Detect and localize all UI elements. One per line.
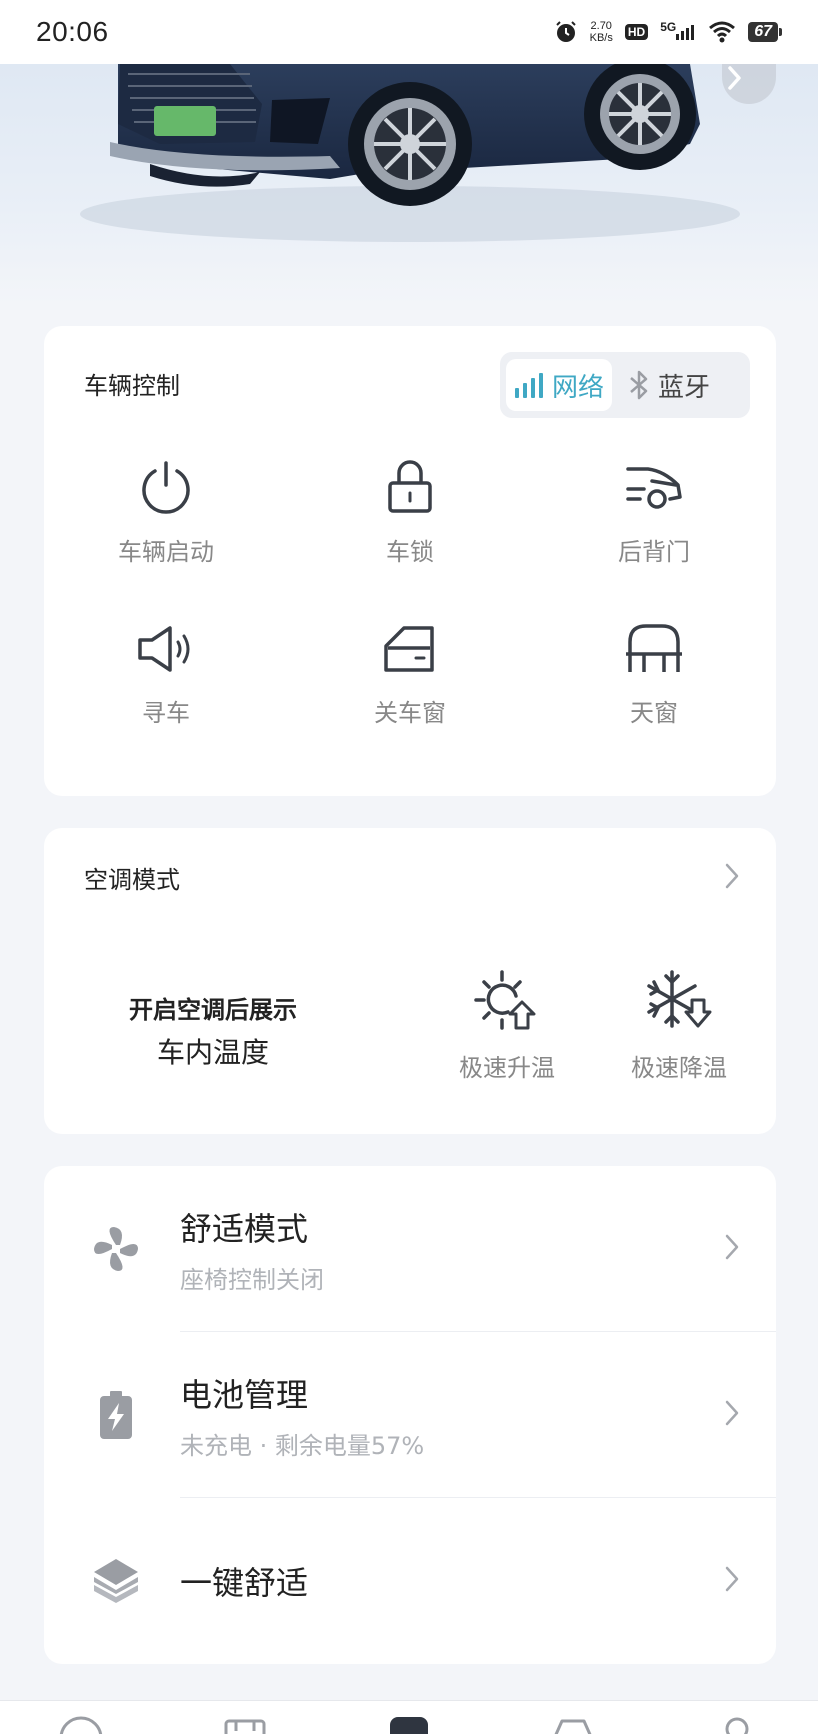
one-key-comfort-text: 一键舒适 xyxy=(180,1558,308,1604)
network-type: 5G xyxy=(660,20,677,34)
signal-icon xyxy=(515,373,543,398)
rapid-cool-label: 极速降温 xyxy=(631,1054,727,1082)
speed-value: 2.70 xyxy=(590,20,612,32)
one-key-comfort-chevron xyxy=(724,1565,740,1597)
bluetooth-icon xyxy=(630,370,648,400)
bluetooth-toggle-option[interactable]: 蓝牙 xyxy=(620,359,718,411)
ac-mode-title: 空调模式 xyxy=(84,866,180,894)
chevron-right-icon xyxy=(725,863,739,889)
home-circle-icon xyxy=(59,1716,103,1734)
network-label: 网络 xyxy=(552,372,605,403)
battery-level: 67 xyxy=(748,22,778,42)
rapid-heat-button[interactable]: 极速升温 xyxy=(412,968,602,1083)
person-icon xyxy=(725,1717,749,1734)
signal-bars-icon xyxy=(676,25,695,40)
battery-management-row[interactable]: 电池管理 未充电 · 剩余电量57% xyxy=(44,1332,776,1498)
wifi-icon xyxy=(709,21,736,43)
rapid-cool-button[interactable]: 极速降温 xyxy=(584,968,774,1083)
vehicle-start-button[interactable]: 车辆启动 xyxy=(44,456,288,567)
sunroof-button[interactable]: 天窗 xyxy=(532,617,776,728)
comfort-mode-title: 舒适模式 xyxy=(180,1209,309,1248)
temp-hint-line1: 开启空调后展示 xyxy=(129,996,297,1024)
find-car-button[interactable]: 寻车 xyxy=(44,617,288,728)
status-icons: 2.70 KB/s HD 5G 67 xyxy=(554,20,782,44)
network-speed: 2.70 KB/s xyxy=(590,20,613,44)
sunroof-icon xyxy=(622,617,686,681)
battery-tip xyxy=(779,28,782,36)
connection-toggle: 网络 蓝牙 xyxy=(500,352,750,418)
lock-icon xyxy=(378,456,442,520)
close-window-button[interactable]: 关车窗 xyxy=(288,617,532,728)
nav-service[interactable] xyxy=(222,1715,268,1734)
status-time: 20:06 xyxy=(36,16,109,47)
fan-icon xyxy=(90,1223,142,1275)
one-key-comfort-title: 一键舒适 xyxy=(180,1564,309,1602)
alarm-icon xyxy=(555,21,576,42)
nav-home[interactable] xyxy=(58,1715,104,1734)
comfort-mode-row[interactable]: 舒适模式 座椅控制关闭 xyxy=(44,1166,776,1332)
sunroof-label: 天窗 xyxy=(630,699,678,727)
battery-indicator: 67 xyxy=(748,22,782,42)
control-grid: 车辆启动 车锁 后背门 寻车 关车窗 天窗 xyxy=(44,456,776,728)
sun-up-arrow-icon xyxy=(474,970,536,1030)
speed-unit: KB/s xyxy=(589,32,613,44)
chevron-right-icon xyxy=(725,1566,739,1592)
battery-charge-icon xyxy=(90,1389,142,1441)
network-toggle-option[interactable]: 网络 xyxy=(506,359,613,411)
shop-icon xyxy=(554,1719,592,1734)
car-filled-icon xyxy=(390,1717,428,1734)
comfort-mode-status: 座椅控制关闭 xyxy=(180,1265,324,1294)
vehicle-control-card: 车辆控制 网络 蓝牙 车辆启动 车锁 后背门 寻车 关车窗 天窗 xyxy=(44,326,776,796)
one-key-comfort-row[interactable]: 一键舒适 xyxy=(44,1498,776,1664)
car-lock-label: 车锁 xyxy=(386,538,434,566)
battery-management-text: 电池管理 未充电 · 剩余电量57% xyxy=(180,1370,424,1461)
temp-hint-line2: 车内温度 xyxy=(156,1036,269,1069)
speaker-icon xyxy=(134,617,198,681)
close-window-label: 关车窗 xyxy=(374,699,446,727)
rapid-heat-label: 极速升温 xyxy=(459,1054,555,1082)
battery-status: 未充电 · 剩余电量57% xyxy=(180,1431,425,1460)
bottom-navigation xyxy=(0,1700,818,1734)
layers-icon xyxy=(90,1555,142,1607)
chevron-right-icon xyxy=(725,1234,739,1260)
tailgate-button[interactable]: 后背门 xyxy=(532,456,776,567)
vehicle-control-title: 车辆控制 xyxy=(84,372,180,400)
window-icon xyxy=(378,617,442,681)
ac-mode-more-button[interactable] xyxy=(724,862,740,894)
ac-mode-card: 空调模式 开启空调后展示 车内温度 极速升温 极速降温 xyxy=(44,828,776,1134)
tailgate-label: 后背门 xyxy=(618,538,690,566)
chevron-right-icon xyxy=(728,66,741,90)
battery-management-chevron xyxy=(724,1399,740,1431)
battery-management-title: 电池管理 xyxy=(180,1375,309,1414)
car-lock-button[interactable]: 车锁 xyxy=(288,456,532,567)
nav-shop[interactable] xyxy=(550,1715,596,1734)
cellular-signal: 5G xyxy=(660,20,696,40)
bluetooth-label: 蓝牙 xyxy=(658,372,711,403)
comfort-mode-chevron xyxy=(724,1233,740,1265)
hd-badge: HD xyxy=(624,24,649,40)
calendar-icon xyxy=(224,1719,266,1734)
snowflake-down-arrow-icon xyxy=(647,970,712,1028)
car-hero-image xyxy=(0,64,818,304)
status-bar: 20:06 2.70 KB/s HD 5G 67 xyxy=(0,0,818,64)
feature-list-card: 舒适模式 座椅控制关闭 电池管理 未充电 · 剩余电量57% 一键舒适 xyxy=(44,1166,776,1664)
chevron-right-icon xyxy=(725,1400,739,1426)
vehicle-start-label: 车辆启动 xyxy=(118,538,214,566)
cabin-temperature-placeholder: 开启空调后展示 车内温度 xyxy=(118,990,308,1071)
comfort-mode-text: 舒适模式 座椅控制关闭 xyxy=(180,1204,324,1295)
tailgate-icon xyxy=(622,456,686,520)
nav-profile[interactable] xyxy=(714,1715,760,1734)
nav-car[interactable] xyxy=(386,1715,432,1734)
power-icon xyxy=(134,456,198,520)
car-illustration xyxy=(80,64,740,242)
find-car-label: 寻车 xyxy=(142,699,190,727)
